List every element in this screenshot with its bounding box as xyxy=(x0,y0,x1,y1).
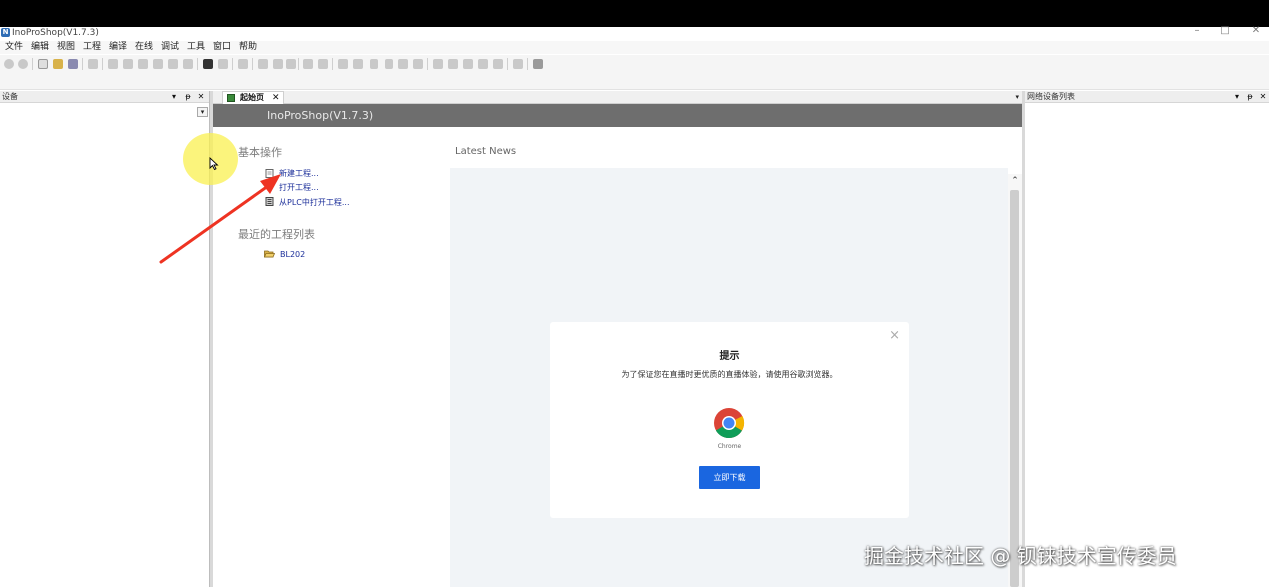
watermark-text: 掘金技术社区 @ 钡铼技术宣传委员 xyxy=(864,544,1177,568)
annotation-arrow xyxy=(159,174,281,264)
